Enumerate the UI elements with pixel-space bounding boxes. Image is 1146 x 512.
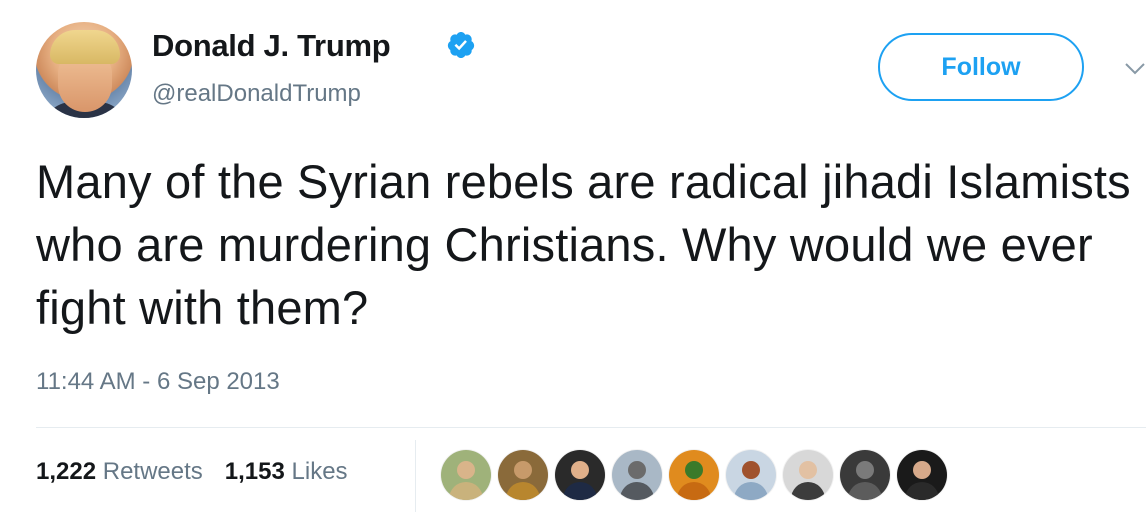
liker-avatar-body	[620, 482, 654, 500]
avatar-hair	[50, 30, 120, 64]
liker-avatar-body	[563, 482, 597, 500]
retweets-label: Retweets	[102, 458, 203, 485]
liker-avatar-body	[734, 482, 768, 500]
liker-avatar[interactable]	[726, 450, 776, 500]
liker-avatar[interactable]	[669, 450, 719, 500]
divider	[36, 427, 1146, 428]
author-avatar[interactable]	[36, 22, 132, 118]
liker-avatar-body	[449, 482, 483, 500]
liker-avatar-head	[856, 461, 874, 479]
liker-avatar[interactable]	[441, 450, 491, 500]
liker-avatar-body	[677, 482, 711, 500]
stats-divider	[415, 440, 416, 512]
liker-avatar-body	[848, 482, 882, 500]
liker-avatar-head	[742, 461, 760, 479]
retweets-stat[interactable]: 1,222 Retweets	[36, 458, 203, 486]
liker-avatar[interactable]	[555, 450, 605, 500]
likes-label: Likes	[291, 458, 348, 485]
likes-count: 1,153	[224, 458, 285, 485]
liker-avatar[interactable]	[612, 450, 662, 500]
liker-avatars	[441, 450, 947, 500]
tweet-text: Many of the Syrian rebels are radical ji…	[36, 155, 1131, 334]
liker-avatar[interactable]	[498, 450, 548, 500]
liker-avatar-head	[913, 461, 931, 479]
tweet-timestamp[interactable]: 11:44 AM - 6 Sep 2013	[36, 368, 280, 396]
retweets-count: 1,222	[36, 458, 97, 485]
chevron-down-icon[interactable]	[1124, 62, 1146, 76]
author-name[interactable]: Donald J. Trump	[152, 28, 391, 64]
tweet-card: Donald J. Trump @realDonaldTrump Follow …	[0, 0, 1146, 512]
liker-avatar-head	[799, 461, 817, 479]
liker-avatar-head	[457, 461, 475, 479]
follow-button[interactable]: Follow	[878, 33, 1084, 101]
liker-avatar-head	[685, 461, 703, 479]
liker-avatar-body	[506, 482, 540, 500]
verified-badge-icon	[447, 32, 475, 58]
liker-avatar[interactable]	[897, 450, 947, 500]
liker-avatar-head	[571, 461, 589, 479]
liker-avatar[interactable]	[783, 450, 833, 500]
tweet-stats: 1,222 Retweets 1,153 Likes	[36, 458, 348, 486]
author-handle[interactable]: @realDonaldTrump	[152, 80, 361, 108]
liker-avatar-body	[791, 482, 825, 500]
liker-avatar-head	[514, 461, 532, 479]
likes-stat[interactable]: 1,153 Likes	[225, 458, 348, 486]
liker-avatar-head	[628, 461, 646, 479]
liker-avatar[interactable]	[840, 450, 890, 500]
liker-avatar-body	[905, 482, 939, 500]
